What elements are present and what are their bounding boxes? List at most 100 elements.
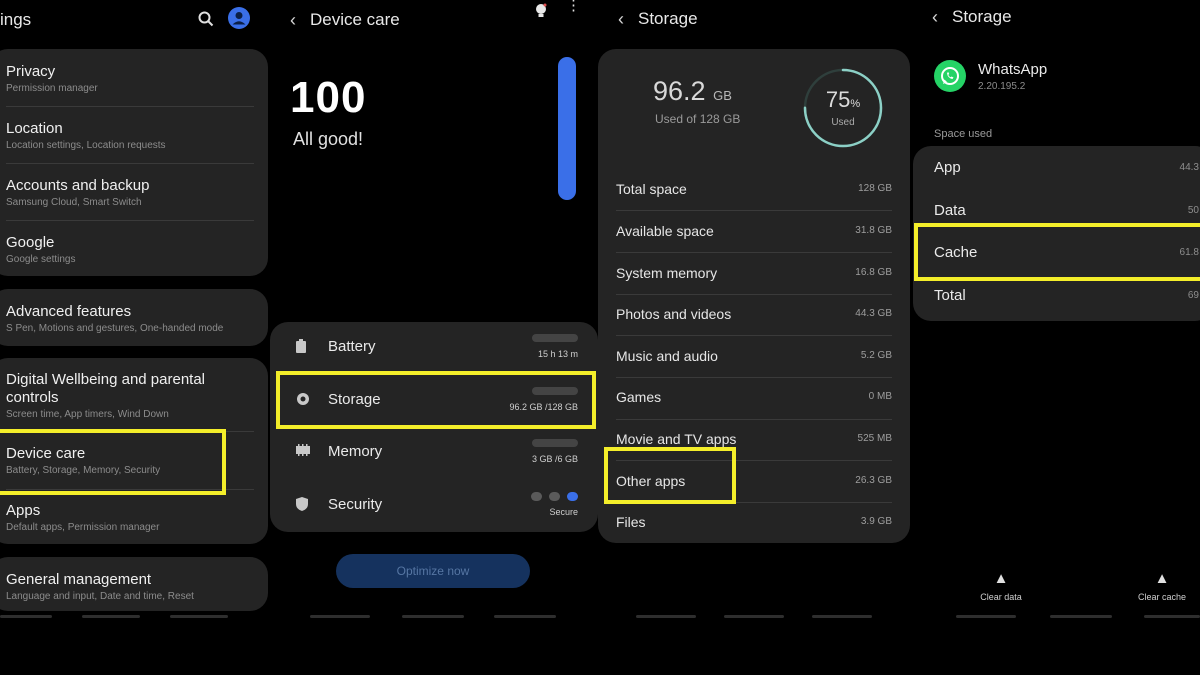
device-care-status: All good!: [293, 129, 364, 149]
space-used-header: Space used: [934, 128, 993, 140]
storage-row-value: 5.2 GB: [860, 350, 892, 361]
storage-row-label: Total space: [616, 181, 687, 197]
storage-row-music-audio[interactable]: Music and audio 5.2 GB: [616, 336, 892, 377]
device-care-item-security[interactable]: Security Secure: [270, 480, 598, 532]
settings-item-subtitle: Samsung Cloud, Smart Switch: [6, 197, 142, 208]
settings-item-title: Accounts and backup: [6, 177, 150, 194]
storage-used-unit: GB: [713, 88, 732, 103]
whatsapp-logo-icon: [934, 60, 966, 92]
nav-bar-segment: [494, 615, 556, 618]
app-storage-header: ‹ Storage: [912, 0, 1200, 34]
settings-title: ings: [0, 10, 32, 29]
nav-bar-segment: [0, 615, 52, 618]
space-row-label: Total: [934, 287, 966, 304]
settings-item-title: Google: [6, 234, 55, 251]
shield-icon: [296, 497, 310, 513]
settings-header: ings: [0, 0, 280, 40]
settings-item-subtitle: Default apps, Permission manager: [6, 522, 160, 533]
divider: [6, 163, 254, 164]
storage-header: ‹ Storage: [598, 0, 920, 38]
nav-bar-segment: [724, 615, 784, 618]
clear-data-button[interactable]: ▲ Clear data: [964, 570, 1038, 602]
battery-icon: [296, 339, 310, 355]
storage-row-label: Movie and TV apps: [616, 431, 737, 447]
back-arrow-icon[interactable]: ‹: [290, 10, 296, 31]
storage-row-value: 16.8 GB: [855, 267, 892, 278]
lightbulb-icon[interactable]: [534, 3, 548, 19]
app-storage-panel: ‹ Storage WhatsApp 2.20.195.2 Space used…: [912, 0, 1200, 675]
settings-panel: ings Privacy Permission manager Location…: [0, 0, 280, 675]
storage-percent: 75%: [802, 87, 884, 113]
optimize-now-button[interactable]: Optimize now: [336, 554, 530, 588]
device-care-item-value: Secure: [549, 507, 578, 517]
settings-item-privacy[interactable]: Privacy Permission manager: [6, 63, 260, 94]
device-care-item-label: Battery: [328, 338, 376, 355]
device-care-item-value: 15 h 13 m: [537, 349, 578, 359]
storage-row-value: 31.8 GB: [855, 225, 892, 236]
storage-panel: ‹ Storage 96.2 GB Used of 128 GB 75% Use…: [598, 0, 920, 675]
battery-level-bar: [532, 334, 578, 342]
device-care-item-battery[interactable]: Battery 15 h 13 m: [270, 322, 598, 374]
divider: [6, 220, 254, 221]
device-care-score: 100: [290, 73, 367, 122]
settings-item-general-management[interactable]: General management Language and input, D…: [6, 571, 260, 602]
profile-avatar-icon[interactable]: [228, 7, 250, 29]
back-arrow-icon[interactable]: ‹: [618, 9, 624, 30]
storage-row-value: 3.9 GB: [860, 516, 892, 527]
storage-row-label: Files: [616, 514, 646, 530]
space-row-app: App 44.3: [913, 146, 1200, 189]
storage-row-system-memory[interactable]: System memory 16.8 GB: [616, 253, 892, 294]
nav-bar-segment: [1050, 615, 1112, 618]
settings-item-accounts-backup[interactable]: Accounts and backup Samsung Cloud, Smart…: [6, 177, 260, 208]
settings-item-title: Digital Wellbeing and parental controls: [6, 371, 206, 406]
clear-data-label: Clear data: [980, 592, 1022, 602]
nav-bar-segment: [956, 615, 1016, 618]
settings-item-title: Apps: [6, 502, 41, 519]
settings-item-subtitle: S Pen, Motions and gestures, One-handed …: [6, 323, 224, 334]
storage-row-label: System memory: [616, 265, 718, 281]
memory-level-bar: [532, 439, 578, 447]
search-icon[interactable]: [198, 11, 214, 27]
settings-item-title: General management: [6, 571, 152, 588]
space-row-value: 44.3: [1179, 162, 1199, 173]
device-care-title: Device care: [310, 10, 400, 29]
storage-row-photos-videos[interactable]: Photos and videos 44.3 GB: [616, 294, 892, 335]
space-row-value: 50: [1187, 205, 1199, 216]
storage-row-label: Photos and videos: [616, 306, 732, 322]
security-status-dots: [531, 492, 578, 501]
back-arrow-icon[interactable]: ‹: [932, 7, 938, 28]
settings-item-advanced-features[interactable]: Advanced features S Pen, Motions and ges…: [6, 303, 260, 334]
device-care-header: ‹ Device care ⋮: [270, 0, 600, 40]
more-options-icon[interactable]: ⋮: [566, 0, 581, 13]
nav-bar-segment: [170, 615, 228, 618]
settings-item-apps[interactable]: Apps Default apps, Permission manager: [6, 502, 260, 533]
storage-percent-value: 75: [825, 87, 851, 112]
storage-row-games[interactable]: Games 0 MB: [616, 377, 892, 418]
storage-row-value: 128 GB: [858, 183, 892, 194]
device-care-item-memory[interactable]: Memory 3 GB /6 GB: [270, 427, 598, 479]
settings-item-title: Advanced features: [6, 303, 132, 320]
divider: [6, 106, 254, 107]
app-version: 2.20.195.2: [978, 81, 1026, 92]
app-name: WhatsApp: [978, 61, 1048, 78]
storage-used-value: 96.2: [653, 76, 706, 106]
storage-row-available-space[interactable]: Available space 31.8 GB: [616, 211, 892, 252]
clear-cache-button[interactable]: ▲ Clear cache: [1124, 570, 1200, 602]
settings-group-2: Advanced features S Pen, Motions and ges…: [0, 289, 268, 346]
settings-item-subtitle: Screen time, App timers, Wind Down: [6, 409, 169, 420]
storage-percent-sign: %: [850, 98, 861, 110]
settings-item-location[interactable]: Location Location settings, Location req…: [6, 120, 260, 151]
device-care-item-label: Memory: [328, 443, 383, 460]
storage-row-total-space[interactable]: Total space 128 GB: [616, 169, 892, 210]
nav-bar-segment: [82, 615, 140, 618]
storage-row-value: 26.3 GB: [855, 475, 892, 486]
device-care-item-value: 3 GB /6 GB: [531, 454, 578, 464]
nav-bar-segment: [812, 615, 872, 618]
space-row-label: Data: [934, 202, 966, 219]
settings-item-digital-wellbeing[interactable]: Digital Wellbeing and parental controls …: [6, 371, 228, 420]
storage-row-value: 0 MB: [868, 391, 892, 402]
settings-item-google[interactable]: Google Google settings: [6, 234, 260, 265]
clear-cache-label: Clear cache: [1137, 592, 1187, 602]
storage-row-files[interactable]: Files 3.9 GB: [616, 502, 892, 543]
scroll-indicator[interactable]: [558, 57, 576, 200]
